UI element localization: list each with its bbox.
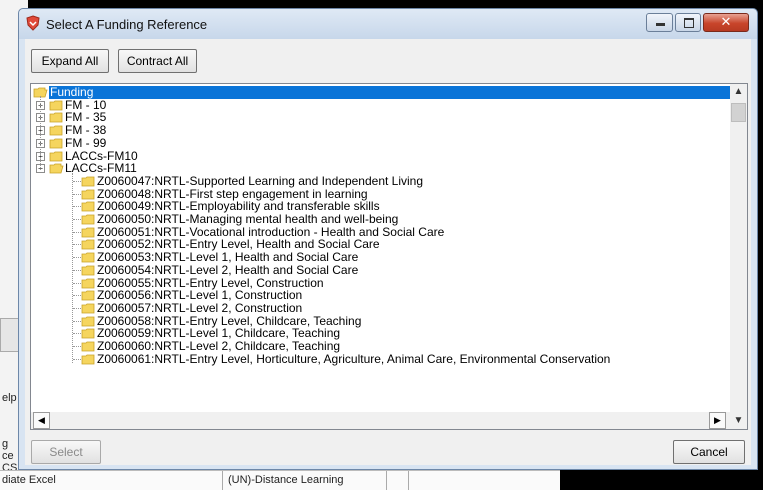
- dialog-title: Select A Funding Reference: [46, 17, 208, 32]
- background-text: g: [2, 438, 9, 450]
- folder-icon: [81, 227, 95, 238]
- cancel-label: Cancel: [690, 445, 728, 459]
- tree-node-label: Z0060054:NRTL-Level 2, Health and Social…: [97, 262, 359, 277]
- tree-node-label: Funding: [49, 86, 744, 99]
- tree-connector: [73, 333, 81, 335]
- minimize-icon: [656, 23, 665, 26]
- tree-connector: [73, 307, 81, 309]
- scroll-down-arrow-icon[interactable]: ▼: [730, 412, 747, 429]
- folder-icon: [49, 112, 63, 123]
- folder-icon: [81, 252, 95, 263]
- minimize-button[interactable]: [646, 13, 673, 32]
- tree-connector: [40, 96, 41, 171]
- tree-connector: [73, 180, 81, 182]
- close-button[interactable]: ✕: [703, 13, 749, 32]
- tree-node-label: Z0060047:NRTL-Supported Learning and Ind…: [97, 173, 424, 188]
- background-app-bottom: diate Excel (UN)-Distance Learning: [0, 470, 560, 490]
- scroll-right-arrow-icon[interactable]: ▶: [709, 412, 726, 429]
- tree-node-folder[interactable]: + FM - 38: [31, 124, 731, 137]
- vertical-scrollbar[interactable]: ▲: [730, 84, 747, 413]
- folder-icon: [81, 316, 95, 326]
- folder-icon: [81, 328, 95, 339]
- vertical-scroll-thumb[interactable]: [731, 103, 746, 122]
- close-icon: ✕: [720, 15, 732, 30]
- tree-node-label: Z0060057:NRTL-Level 2, Construction: [97, 300, 303, 315]
- folder-icon: [81, 303, 95, 314]
- expand-all-button[interactable]: Expand All: [31, 49, 109, 73]
- folder-icon: [81, 189, 95, 199]
- tree-connector: [73, 231, 81, 233]
- folder-icon: [49, 151, 63, 161]
- folder-icon: [81, 201, 95, 212]
- tree-node-folder[interactable]: + FM - 99: [31, 135, 731, 150]
- select-button[interactable]: Select: [31, 440, 101, 464]
- folder-icon: [81, 290, 95, 301]
- funding-tree-view[interactable]: Funding + FM - 10 + FM - 35 + FM - 38 + FM - 99 +…: [30, 83, 748, 430]
- tree-node-label: Z0060061:NRTL-Entry Level, Horticulture,…: [97, 351, 611, 366]
- tree-connector: [73, 219, 81, 220]
- tree-connector: [73, 346, 81, 347]
- tree-connector: [73, 193, 81, 195]
- open-folder-icon: [49, 163, 64, 174]
- expand-all-label: Expand All: [41, 54, 99, 68]
- tree-connector: [73, 244, 81, 246]
- tree-node-label: FM - 99: [65, 135, 107, 150]
- horizontal-scrollbar[interactable]: ◀ ▶: [31, 412, 731, 429]
- tree-node-funding-item[interactable]: Z0060047:NRTL-Supported Learning and Ind…: [31, 173, 731, 188]
- tree-connector: [73, 269, 81, 271]
- contract-all-label: Contract All: [126, 54, 189, 68]
- tree-connector: [73, 358, 81, 360]
- title-bar[interactable]: Select A Funding Reference ✕: [19, 9, 757, 39]
- tree-node-funding-item[interactable]: Z0060054:NRTL-Level 2, Health and Social…: [31, 262, 731, 277]
- folder-icon: [81, 278, 95, 288]
- folder-icon: [49, 125, 63, 136]
- tree-connector: [72, 172, 73, 364]
- background-text: ce: [2, 450, 14, 462]
- folder-icon: [49, 138, 63, 149]
- scroll-up-arrow-icon[interactable]: ▲: [730, 86, 747, 103]
- folder-icon: [81, 214, 95, 225]
- app-shield-icon: [26, 15, 40, 31]
- tree-connector: [73, 257, 81, 259]
- folder-icon: [81, 265, 95, 276]
- tree-connector: [73, 206, 81, 208]
- background-text: (UN)-Distance Learning: [228, 474, 344, 486]
- folder-icon: [81, 354, 95, 365]
- tree-node-funding-item[interactable]: Z0060057:NRTL-Level 2, Construction: [31, 300, 731, 315]
- dialog-client-area: Expand All Contract All Funding + FM - 10 +…: [25, 39, 751, 465]
- tree-node-funding-item[interactable]: Z0060061:NRTL-Entry Level, Horticulture,…: [31, 351, 731, 366]
- tree-node-folder[interactable]: + FM - 35: [31, 111, 731, 124]
- folder-icon: [81, 341, 95, 352]
- tree-connector: [73, 320, 81, 322]
- tree-connector: [73, 282, 81, 284]
- contract-all-button[interactable]: Contract All: [118, 49, 197, 73]
- background-text: elp: [2, 392, 17, 404]
- funding-reference-dialog: Select A Funding Reference ✕ Expand All …: [18, 8, 758, 470]
- scroll-left-arrow-icon[interactable]: ◀: [33, 412, 50, 429]
- tree-connector: [73, 295, 81, 297]
- tree-node-folder[interactable]: + FM - 10: [31, 98, 731, 112]
- folder-icon: [49, 100, 63, 111]
- tree-node-root[interactable]: Funding: [31, 86, 744, 99]
- background-text: diate Excel: [2, 474, 56, 486]
- maximize-button[interactable]: [675, 13, 701, 32]
- folder-icon: [81, 239, 95, 250]
- cancel-button[interactable]: Cancel: [673, 440, 745, 464]
- maximize-icon: [684, 18, 694, 28]
- folder-icon: [81, 176, 95, 187]
- select-label: Select: [49, 445, 83, 459]
